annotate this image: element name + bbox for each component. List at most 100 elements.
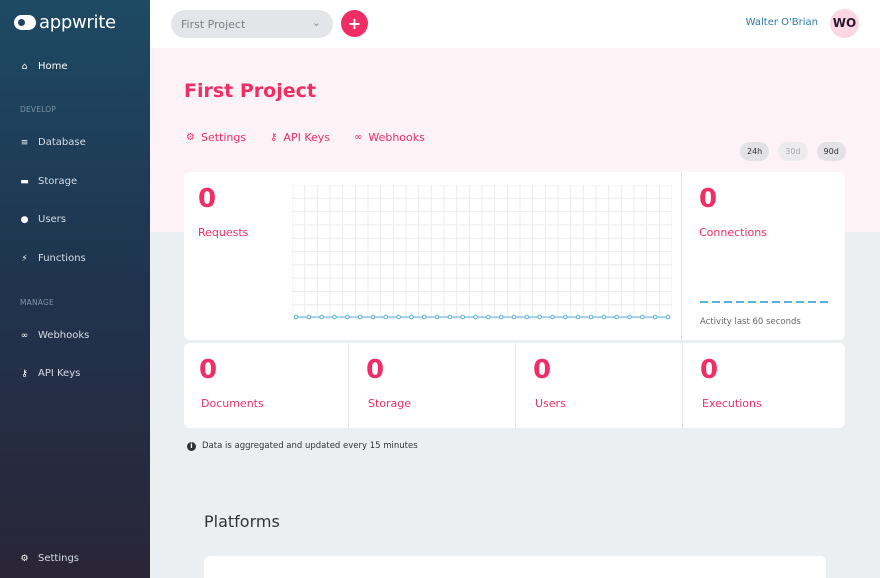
appwrite-logo[interactable]: appwrite: [14, 12, 116, 33]
requests-point: [524, 314, 530, 320]
platforms-card: [204, 556, 826, 578]
sidebar-item-label: Webhooks: [38, 330, 90, 341]
requests-point: [332, 314, 337, 320]
requests-connections-card: 0 Requests 0 Connections Activity last 6…: [184, 172, 845, 340]
tab-settings[interactable]: ⚙ Settings: [186, 131, 246, 144]
folder-icon: ▬: [20, 176, 29, 187]
page-title: First Project: [184, 80, 316, 102]
executions-value: 0: [700, 355, 719, 385]
sidebar-item-label: API Keys: [38, 368, 81, 379]
chevron-down-icon: ⌄: [311, 16, 321, 29]
sidebar-item-label: Database: [38, 137, 86, 148]
requests-point: [396, 314, 401, 320]
platforms-title: Platforms: [204, 512, 280, 531]
users-label: Users: [535, 397, 566, 410]
connections-label: Connections: [699, 226, 767, 239]
tab-api-keys[interactable]: ⚷ API Keys: [270, 131, 330, 144]
card-divider: [681, 172, 682, 340]
requests-point: [434, 314, 440, 320]
gear-icon: ⚙: [186, 132, 195, 143]
requests-point: [409, 314, 414, 320]
sidebar-item-database[interactable]: ≡ Database: [20, 137, 86, 148]
requests-point: [640, 314, 645, 320]
requests-point: [319, 314, 324, 320]
sidebar-item-label: Settings: [38, 553, 80, 564]
stats-row: 0 Documents 0 Storage 0 Users 0 Executio…: [184, 343, 845, 428]
link-icon: ∞: [354, 132, 363, 143]
project-select[interactable]: First Project ⌄: [171, 10, 333, 38]
sidebar-item-label: Home: [38, 61, 68, 72]
requests-point: [345, 314, 350, 320]
sidebar-item-home[interactable]: ⌂ Home: [20, 61, 68, 72]
link-icon: ∞: [20, 330, 29, 341]
activity-sparkline: [700, 301, 828, 303]
add-project-button[interactable]: +: [341, 10, 368, 37]
top-header: First Project ⌄ + Walter O'Brian WO: [150, 0, 880, 48]
range-24h[interactable]: 24h: [740, 142, 770, 161]
requests-label: Requests: [198, 226, 249, 239]
sidebar-item-label: Users: [38, 214, 67, 225]
card-divider: [348, 343, 349, 428]
appwrite-logo-icon: [14, 15, 36, 30]
section-develop: DEVELOP: [20, 105, 57, 114]
requests-point: [357, 314, 363, 320]
key-icon: ⚷: [270, 132, 278, 143]
info-icon: i: [187, 441, 196, 451]
database-icon: ≡: [20, 137, 29, 148]
info-text: Data is aggregated and updated every 15 …: [202, 441, 418, 451]
home-icon: ⌂: [21, 61, 28, 72]
requests-point: [498, 314, 504, 320]
requests-point: [563, 314, 568, 320]
avatar[interactable]: WO: [830, 9, 859, 38]
requests-point: [652, 314, 658, 320]
sidebar-item-functions[interactable]: ⚡ Functions: [20, 253, 86, 264]
sidebar-item-storage[interactable]: ▬ Storage: [20, 176, 77, 187]
tab-label: API Keys: [283, 131, 330, 144]
executions-label: Executions: [702, 397, 762, 410]
range-90d[interactable]: 90d: [816, 142, 846, 161]
sidebar-item-api-keys[interactable]: ⚷ API Keys: [20, 368, 80, 379]
requests-point: [665, 314, 671, 320]
info-note: i Data is aggregated and updated every 1…: [187, 441, 418, 451]
range-30d[interactable]: 30d: [778, 142, 808, 161]
requests-point: [537, 314, 543, 320]
key-icon: ⚷: [21, 368, 28, 379]
storage-label: Storage: [368, 397, 412, 410]
documents-value: 0: [199, 355, 218, 385]
requests-point: [293, 314, 299, 320]
sidebar-item-label: Functions: [38, 253, 86, 264]
card-divider: [515, 343, 516, 428]
requests-point: [383, 314, 389, 320]
requests-point: [627, 314, 632, 320]
sidebar-item-settings[interactable]: ⚙ Settings: [20, 553, 79, 564]
project-select-value: First Project: [181, 17, 246, 31]
tab-webhooks[interactable]: ∞ Webhooks: [354, 131, 425, 144]
requests-point: [511, 314, 517, 320]
requests-point: [421, 314, 427, 320]
card-divider: [682, 343, 683, 428]
documents-label: Documents: [201, 397, 264, 410]
sidebar-item-label: Storage: [38, 176, 78, 187]
requests-point: [447, 314, 453, 320]
bolt-icon: ⚡: [21, 253, 28, 264]
tab-label: Settings: [200, 131, 247, 144]
requests-point: [473, 314, 478, 320]
requests-point: [601, 314, 607, 320]
logo-text: appwrite: [39, 12, 116, 33]
user-name[interactable]: Walter O'Brian: [746, 17, 818, 28]
range-selector: 24h 30d 90d: [740, 142, 846, 161]
tab-label: Webhooks: [368, 131, 425, 144]
requests-point: [370, 314, 376, 320]
requests-point: [486, 314, 491, 320]
sidebar-item-users[interactable]: ● Users: [20, 214, 66, 225]
requests-point: [460, 314, 466, 320]
connections-value: 0: [699, 184, 718, 214]
users-value: 0: [533, 355, 552, 385]
storage-value: 0: [366, 355, 385, 385]
requests-point: [614, 314, 619, 320]
section-manage: MANAGE: [20, 298, 54, 307]
sidebar-item-webhooks[interactable]: ∞ Webhooks: [20, 330, 90, 341]
requests-value: 0: [198, 184, 217, 214]
requests-point: [575, 314, 581, 320]
activity-label: Activity last 60 seconds: [700, 317, 801, 327]
